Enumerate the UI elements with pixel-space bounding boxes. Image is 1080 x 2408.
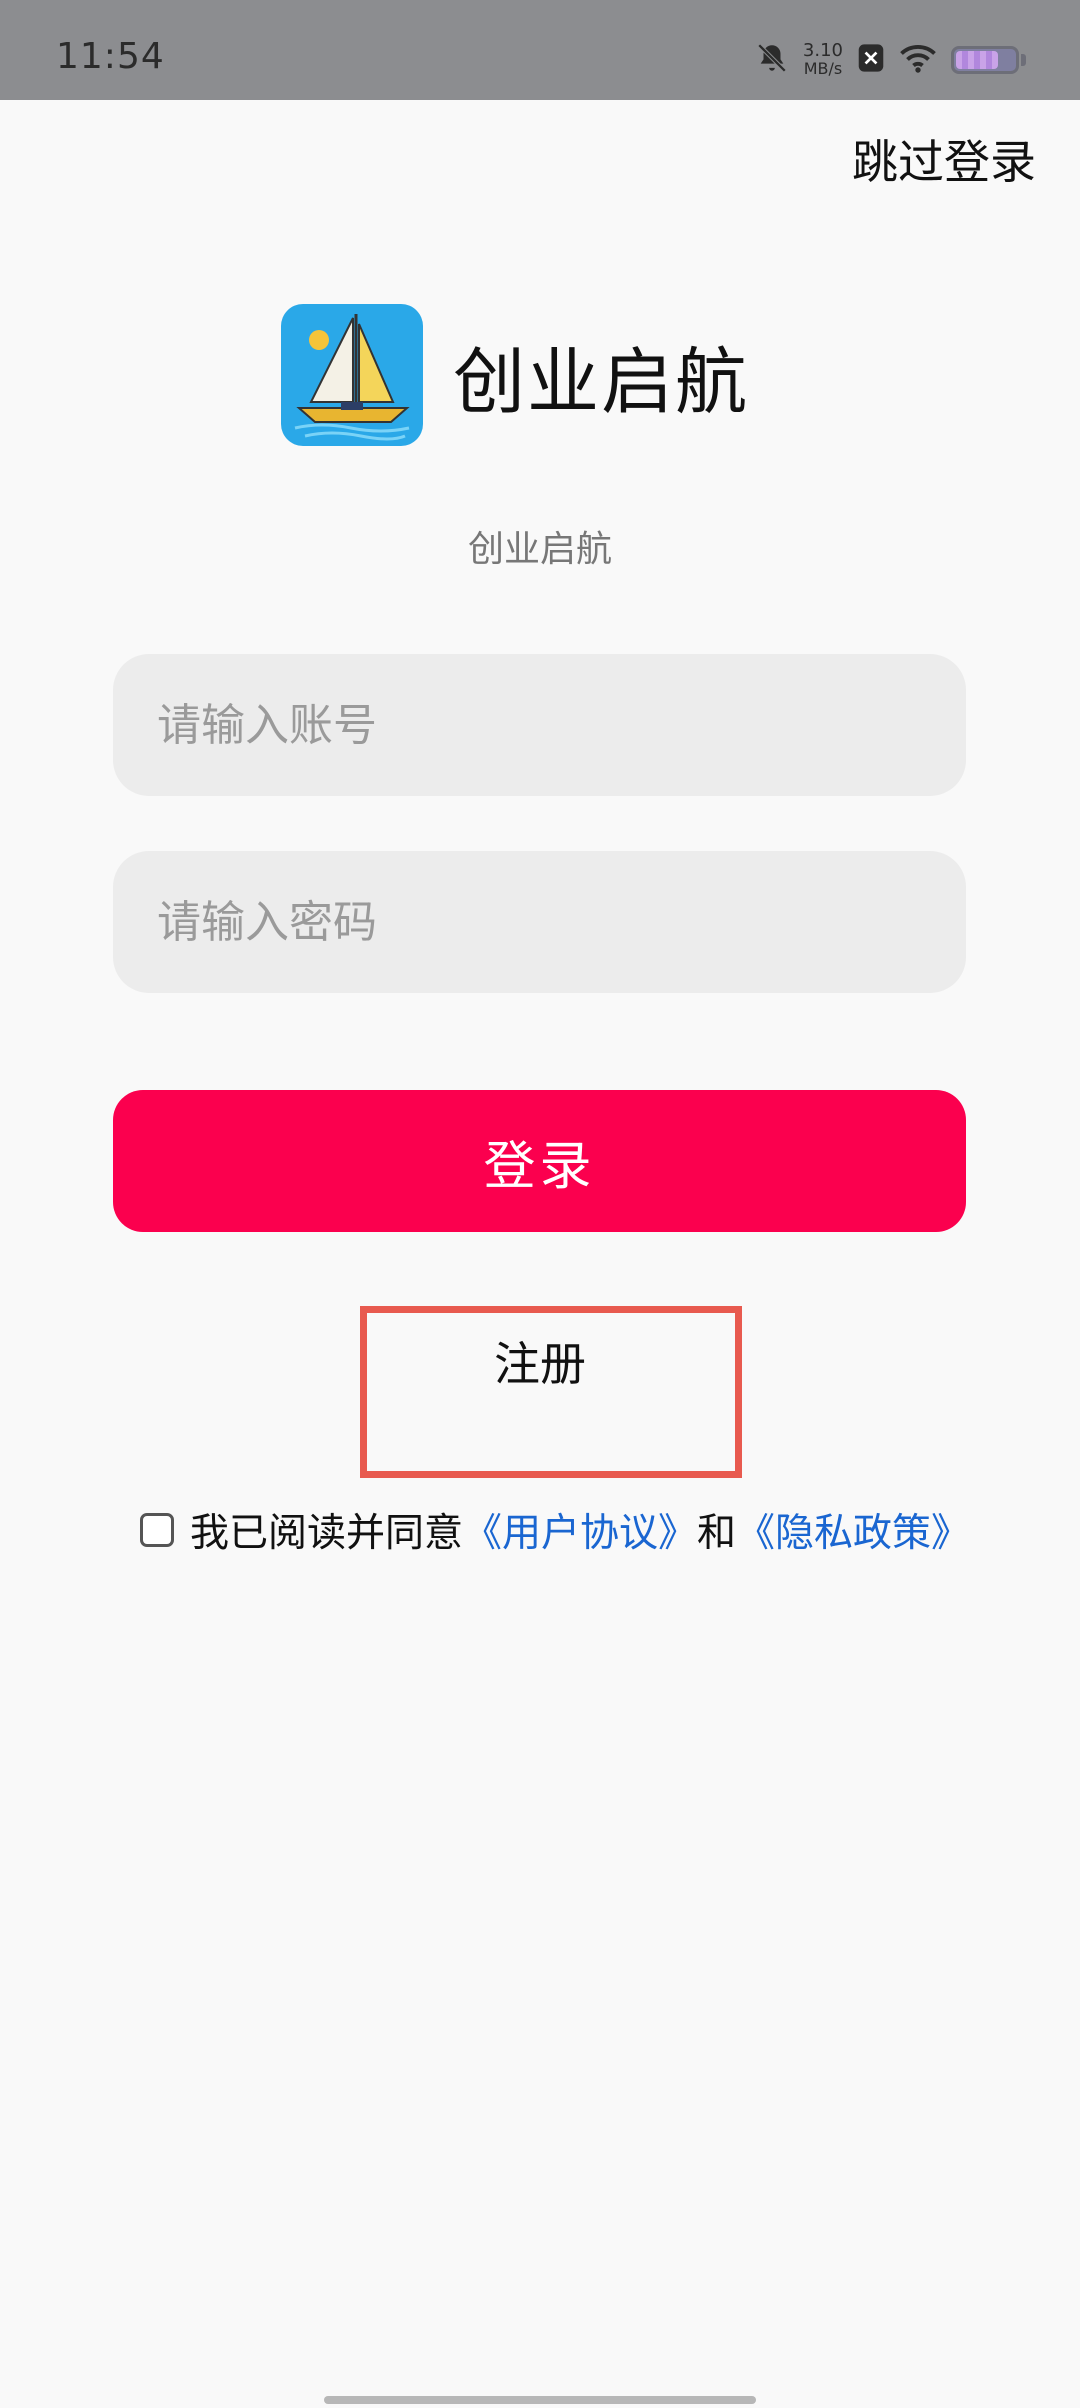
app-subtitle: 创业启航: [467, 529, 612, 570]
net-speed: 3.10 MB/s: [803, 42, 843, 78]
login-button[interactable]: 登录: [113, 1090, 966, 1232]
app-logo-icon: [281, 304, 423, 446]
brand-header: 创业启航: [281, 304, 749, 446]
status-bar: 11:54 3.10 MB/s: [0, 0, 1080, 100]
battery-fill: [956, 51, 998, 69]
agree-checkbox[interactable]: [140, 1513, 174, 1547]
close-notification-icon: [857, 43, 885, 77]
home-indicator[interactable]: [324, 2396, 756, 2404]
privacy-policy-link[interactable]: 《隐私政策》: [736, 1502, 970, 1558]
agreement-and: 和: [697, 1511, 737, 1556]
mute-bell-icon: [755, 41, 789, 79]
status-time: 11:54: [56, 36, 165, 77]
battery-icon: [951, 46, 1019, 74]
battery-tip: [1021, 54, 1026, 66]
net-speed-unit: MB/s: [803, 59, 843, 78]
agreement-prefix: 我已阅读并同意: [190, 1511, 464, 1556]
register-link[interactable]: 注册: [0, 1328, 1080, 1394]
status-icons: 3.10 MB/s: [755, 40, 1026, 80]
password-input[interactable]: [113, 851, 966, 993]
user-agreement-link[interactable]: 《用户协议》: [463, 1502, 697, 1558]
login-screen: 11:54 3.10 MB/s 跳过登录 创业启航 创业启航 请输入账号 登录 …: [0, 0, 1080, 2408]
skip-login-link[interactable]: 跳过登录: [852, 126, 1036, 192]
app-name: 创业启航: [453, 339, 750, 424]
account-input[interactable]: [113, 654, 966, 796]
wifi-icon: [899, 43, 937, 77]
net-speed-value: 3.10: [802, 40, 843, 61]
agreement-row: 我已阅读并同意 《用户协议》 和 《隐私政策》: [140, 1502, 970, 1558]
